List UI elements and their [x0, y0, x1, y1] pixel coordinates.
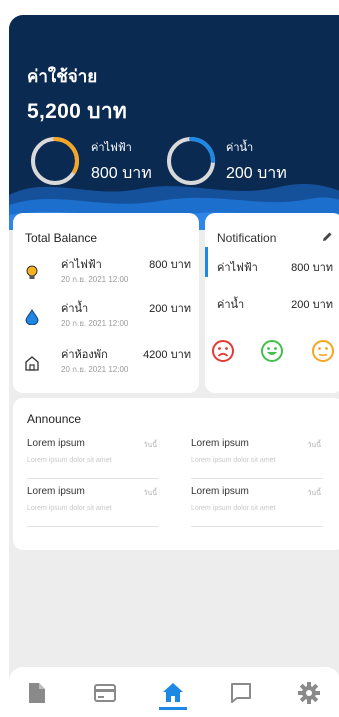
announce-item[interactable]: Lorem ipsum วันนี้ Lorem ipsum dolor sit…: [191, 486, 323, 527]
notification-title: Notification: [217, 231, 277, 245]
balance-item-name: ค่าห้องพัก: [61, 349, 108, 361]
notification-accent: [205, 247, 208, 277]
balance-item-name: ค่าน้ำ: [61, 303, 89, 315]
announce-heading: Lorem ipsum: [191, 486, 249, 497]
announce-item[interactable]: Lorem ipsum วันนี้ Lorem ipsum dolor sit…: [27, 438, 159, 479]
water-label: ค่าน้ำ: [226, 142, 254, 154]
electricity-label: ค่าไฟฟ้า: [91, 142, 132, 154]
balance-row[interactable]: ค่าน้ำ 20 ก.ย. 2021 12:00 200 บาท: [13, 299, 199, 339]
balance-item-date: 20 ก.ย. 2021 12:00: [61, 365, 129, 374]
neutral-face-icon[interactable]: [311, 339, 335, 363]
announce-heading: Lorem ipsum: [27, 438, 85, 449]
announce-heading: Lorem ipsum: [27, 486, 85, 497]
balance-item-amount: 200 บาท: [149, 303, 191, 315]
balance-item-date: 20 ก.ย. 2021 12:00: [61, 319, 129, 328]
announce-tag: วันนี้: [307, 490, 321, 497]
announce-text: Lorem ipsum dolor sit amet: [191, 457, 276, 464]
happy-face-icon[interactable]: [260, 339, 284, 363]
announce-tag: วันนี้: [143, 442, 157, 449]
total-balance-title: Total Balance: [25, 231, 98, 245]
notification-item-name: ค่าน้ำ: [217, 299, 245, 311]
balance-item-amount: 4200 บาท: [143, 349, 191, 361]
announce-item[interactable]: Lorem ipsum วันนี้ Lorem ipsum dolor sit…: [191, 438, 323, 479]
lightbulb-icon: [26, 265, 38, 279]
notification-item-amount: 800 บาท: [291, 262, 333, 274]
total-expense: 5,200 บาท: [27, 100, 128, 123]
home-outline-icon: [25, 356, 39, 371]
balance-item-name: ค่าไฟฟ้า: [61, 259, 102, 271]
page-title: ค่าใช้จ่าย: [27, 67, 98, 86]
notification-item-name: ค่าไฟฟ้า: [217, 262, 258, 274]
credit-card-icon[interactable]: [93, 681, 117, 705]
edit-icon[interactable]: [321, 231, 333, 243]
balance-item-date: 20 ก.ย. 2021 12:00: [61, 275, 129, 284]
notification-item-amount: 200 บาท: [291, 299, 333, 311]
announce-tag: วันนี้: [143, 490, 157, 497]
home-icon[interactable]: [161, 681, 185, 705]
expense-header: ค่าใช้จ่าย 5,200 บาท ค่าไฟฟ้า 800 บาท ค่…: [9, 15, 339, 230]
notification-card: Notification ค่าไฟฟ้า 800 บาท ค่าน้ำ 200…: [205, 213, 339, 393]
chat-icon[interactable]: [229, 681, 253, 705]
announce-text: Lorem ipsum dolor sit amet: [27, 457, 112, 464]
announce-title: Announce: [27, 412, 82, 426]
announce-text: Lorem ipsum dolor sit amet: [191, 505, 276, 512]
app-screen: ค่าใช้จ่าย 5,200 บาท ค่าไฟฟ้า 800 บาท ค่…: [9, 15, 339, 717]
announce-tag: วันนี้: [307, 442, 321, 449]
active-tab-indicator: [159, 707, 187, 710]
announce-card: Announce Lorem ipsum วันนี้ Lorem ipsum …: [13, 398, 339, 550]
water-drop-icon: [25, 309, 39, 325]
balance-item-amount: 800 บาท: [149, 259, 191, 271]
sad-face-icon[interactable]: [211, 339, 235, 363]
settings-icon[interactable]: [297, 681, 321, 705]
balance-row[interactable]: ค่าห้องพัก 20 ก.ย. 2021 12:00 4200 บาท: [13, 345, 199, 385]
balance-row[interactable]: ค่าไฟฟ้า 20 ก.ย. 2021 12:00 800 บาท: [13, 255, 199, 295]
announce-heading: Lorem ipsum: [191, 438, 249, 449]
announce-text: Lorem ipsum dolor sit amet: [27, 505, 112, 512]
total-balance-card: Total Balance ค่าไฟฟ้า 20 ก.ย. 2021 12:0…: [13, 213, 199, 393]
document-icon[interactable]: [25, 681, 49, 705]
bottom-navigation: [9, 667, 339, 717]
announce-item[interactable]: Lorem ipsum วันนี้ Lorem ipsum dolor sit…: [27, 486, 159, 527]
